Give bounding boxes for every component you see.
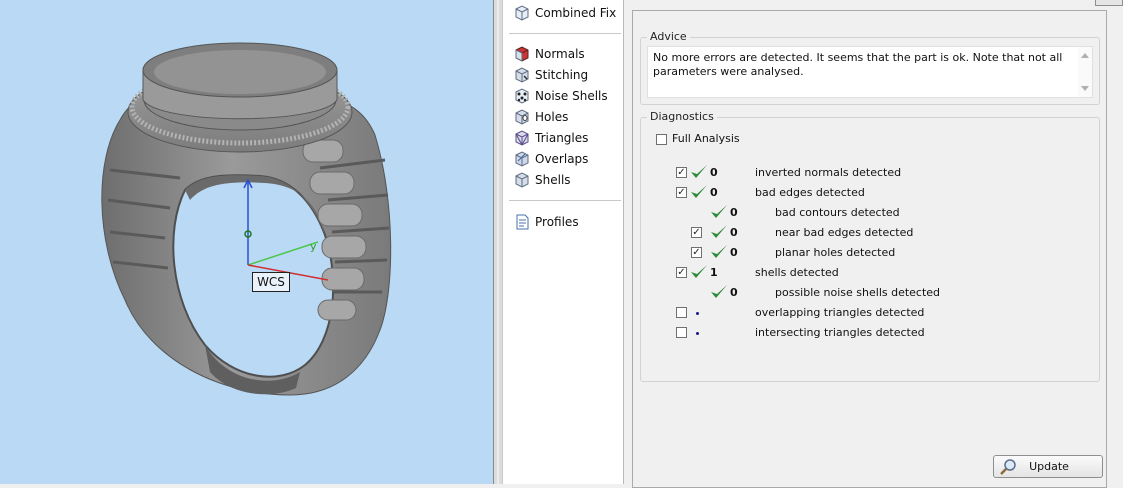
diagnostic-label: overlapping triangles detected	[755, 306, 925, 319]
diagnostic-label: near bad edges detected	[775, 226, 914, 239]
advice-text-box[interactable]: No more errors are detected. It seems th…	[647, 46, 1093, 98]
scroll-up-icon[interactable]	[1081, 53, 1089, 58]
tool-label: Stitching	[535, 68, 589, 82]
tool-shells[interactable]: Shells	[513, 170, 571, 190]
advice-group: Advice No more errors are detected. It s…	[640, 30, 1100, 105]
diagnostic-checkbox[interactable]: ✓	[691, 247, 702, 258]
green-check-icon	[711, 225, 727, 238]
cube-icon	[515, 5, 529, 21]
tool-label: Normals	[535, 47, 585, 61]
panel-splitter[interactable]	[493, 0, 503, 484]
tool-label: Overlaps	[535, 152, 589, 166]
tool-label: Holes	[535, 110, 569, 124]
tool-stitching[interactable]: Stitching	[513, 65, 588, 85]
green-check-icon	[711, 285, 727, 298]
green-check-icon	[711, 245, 727, 258]
tool-label: Triangles	[535, 131, 589, 145]
diagnostic-label: planar holes detected	[775, 246, 896, 259]
tool-combined-fix[interactable]: Combined Fix	[513, 3, 616, 23]
diagnostic-count: 0	[730, 286, 738, 299]
svg-text:y: y	[310, 240, 317, 253]
diagnostic-label: bad edges detected	[755, 186, 865, 199]
wcs-label: WCS	[252, 272, 290, 292]
stitching-cube-icon	[515, 67, 529, 83]
diagnostic-count: 0	[730, 206, 738, 219]
diagnostic-label: intersecting triangles detected	[755, 326, 925, 339]
diagnostic-checkbox[interactable]: ✓	[676, 167, 687, 178]
advice-message: No more errors are detected. It seems th…	[653, 51, 1063, 78]
diagnostic-count: 1	[710, 266, 718, 279]
diagnostics-group: Diagnostics Full Analysis ✓ 0 inverted nor…	[640, 110, 1103, 478]
tool-label: Shells	[535, 173, 571, 187]
diagnostic-checkbox[interactable]: ✓	[676, 187, 687, 198]
pending-dot-icon	[696, 312, 699, 315]
triangles-cube-icon	[515, 130, 529, 146]
magnifier-icon	[1000, 458, 1016, 475]
3d-viewport[interactable]: y WCS	[0, 0, 493, 484]
tool-profiles[interactable]: Profiles	[513, 212, 579, 232]
panel-frame: Advice No more errors are detected. It s…	[632, 10, 1107, 488]
diagnostic-count: 0	[730, 226, 738, 239]
diagnostic-label: inverted normals detected	[755, 166, 902, 179]
shells-cube-icon	[515, 172, 529, 188]
diagnostic-checkbox[interactable]: ✓	[676, 267, 687, 278]
green-check-icon	[711, 205, 727, 218]
diagnostic-count: 0	[730, 246, 738, 259]
advice-title: Advice	[647, 30, 690, 43]
green-check-icon	[691, 165, 707, 178]
normals-cube-icon	[515, 46, 529, 62]
diagnostics-panel: Advice No more errors are detected. It s…	[624, 0, 1123, 488]
update-label: Update	[1029, 460, 1069, 473]
tool-noise-shells[interactable]: Noise Shells	[513, 86, 608, 106]
tool-overlaps[interactable]: Overlaps	[513, 149, 588, 169]
full-analysis-checkbox[interactable]	[656, 134, 667, 145]
fix-tool-list: Combined Fix Normals Stitching Noise She…	[503, 0, 624, 484]
divider	[509, 33, 621, 34]
diagnostic-checkbox[interactable]	[676, 307, 687, 318]
ring-model: y	[101, 42, 392, 396]
diagnostics-title: Diagnostics	[647, 110, 717, 123]
tool-triangles[interactable]: Triangles	[513, 128, 588, 148]
diagnostic-count: 0	[710, 186, 718, 199]
full-analysis-label: Full Analysis	[672, 132, 740, 145]
divider	[509, 200, 621, 201]
advice-scrollbar[interactable]	[1078, 47, 1092, 97]
tool-label: Combined Fix	[535, 6, 617, 20]
update-button[interactable]: Update	[993, 455, 1103, 478]
scroll-down-icon[interactable]	[1081, 86, 1089, 91]
panel-corner-button[interactable]	[1095, 0, 1123, 6]
diagnostic-label: shells detected	[755, 266, 839, 279]
green-check-icon	[691, 265, 707, 278]
pending-dot-icon	[696, 332, 699, 335]
tool-label: Noise Shells	[535, 89, 608, 103]
tool-label: Profiles	[535, 215, 579, 229]
overlaps-cube-icon	[515, 151, 529, 167]
diagnostic-label: bad contours detected	[775, 206, 900, 219]
diagnostic-checkbox[interactable]	[676, 327, 687, 338]
green-check-icon	[691, 185, 707, 198]
diagnostic-checkbox[interactable]: ✓	[691, 227, 702, 238]
tool-normals[interactable]: Normals	[513, 44, 585, 64]
holes-cube-icon	[515, 109, 529, 125]
diagnostic-count: 0	[710, 166, 718, 179]
noise-shells-icon	[515, 88, 529, 104]
document-icon	[516, 214, 529, 230]
diagnostic-label: possible noise shells detected	[775, 286, 941, 299]
tool-holes[interactable]: Holes	[513, 107, 568, 127]
